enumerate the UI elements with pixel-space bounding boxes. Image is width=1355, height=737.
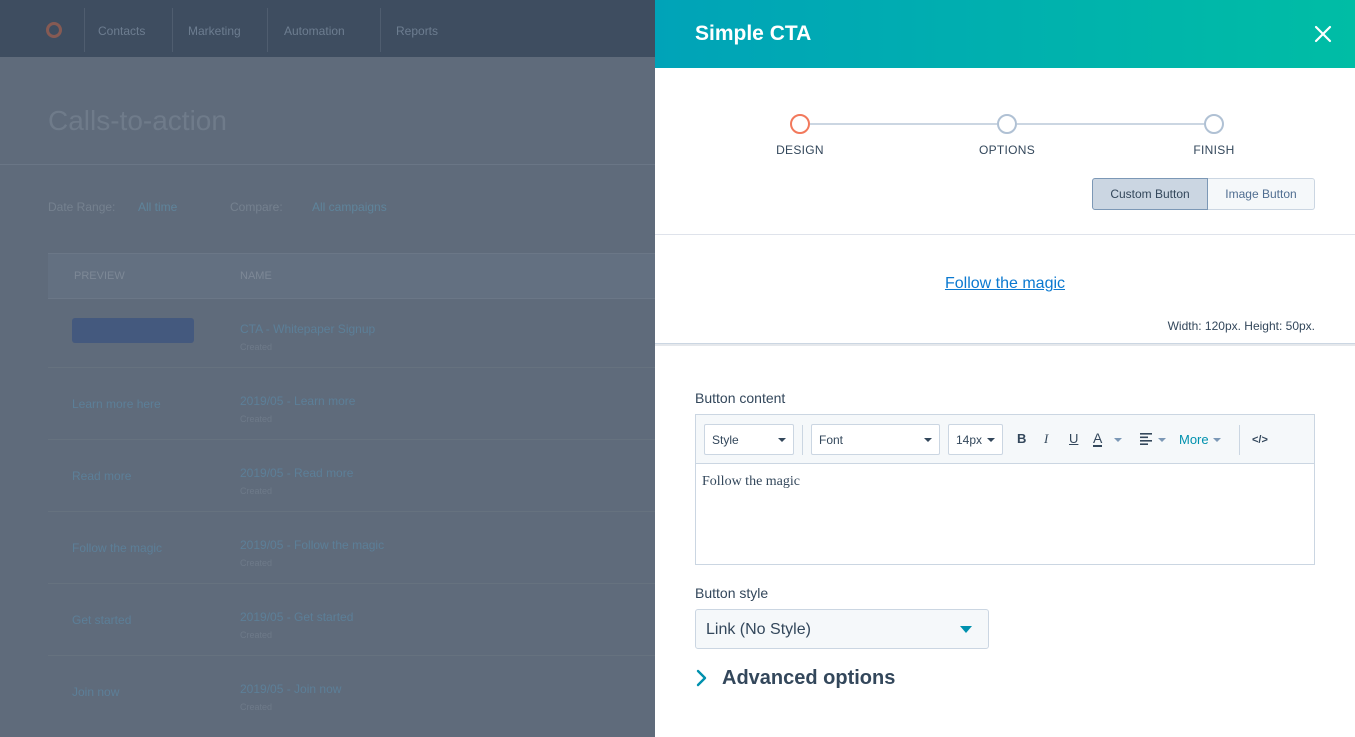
button-style-value: Link (No Style) xyxy=(706,621,811,638)
row-divider xyxy=(48,511,655,512)
nav-item-automation: Automation xyxy=(284,24,345,38)
step-options-indicator[interactable] xyxy=(997,114,1017,134)
font-size-label: 14px xyxy=(956,432,983,447)
italic-icon[interactable]: I xyxy=(1044,431,1048,447)
preview-divider xyxy=(655,343,1355,346)
custom-button-option[interactable]: Custom Button xyxy=(1092,178,1208,210)
chevron-down-icon xyxy=(1158,438,1166,442)
bold-icon[interactable]: B xyxy=(1017,431,1026,447)
button-style-label: Button style xyxy=(695,585,769,601)
step-design-label[interactable]: DESIGN xyxy=(740,143,860,157)
table-header: PREVIEW NAME xyxy=(48,253,655,299)
table-row-sub: Created xyxy=(240,414,273,424)
background-page: Contacts Marketing Automation Reports Ca… xyxy=(0,0,655,737)
table-row-name: 2019/05 - Join now xyxy=(240,682,342,696)
filter-dropdown: All time xyxy=(138,200,178,214)
toolbar-divider xyxy=(802,425,803,455)
advanced-options-toggle[interactable]: Advanced options xyxy=(695,666,895,690)
cta-preview-link[interactable]: Follow the magic xyxy=(655,275,1355,293)
column-header-name: NAME xyxy=(240,270,272,282)
hubspot-logo-icon xyxy=(46,22,62,38)
toolbar-divider xyxy=(1239,425,1240,455)
row-divider xyxy=(48,583,655,584)
close-button[interactable] xyxy=(1307,18,1339,50)
step-finish-indicator[interactable] xyxy=(1204,114,1224,134)
filter-label: Compare: xyxy=(230,200,283,214)
table-row-preview: Learn more here xyxy=(72,397,161,411)
align-left-icon[interactable] xyxy=(1140,433,1154,445)
table-row-name: CTA - Whitepaper Signup xyxy=(240,322,376,336)
image-button-option[interactable]: Image Button xyxy=(1208,178,1315,210)
row-divider xyxy=(48,655,655,656)
style-dropdown-label: Style xyxy=(712,432,739,447)
source-code-icon[interactable]: </> xyxy=(1252,432,1268,448)
font-size-dropdown[interactable]: 14px xyxy=(948,424,1003,455)
chevron-down-icon xyxy=(778,438,786,442)
chevron-down-icon xyxy=(960,626,972,633)
panel-title: Simple CTA xyxy=(695,22,812,45)
table-row-name: 2019/05 - Learn more xyxy=(240,394,356,408)
divider xyxy=(0,164,655,165)
button-style-dropdown[interactable]: Link (No Style) xyxy=(695,609,989,649)
divider xyxy=(655,234,1355,235)
top-navigation: Contacts Marketing Automation Reports xyxy=(0,0,655,57)
row-divider xyxy=(48,367,655,368)
table-row-preview: Join now xyxy=(72,685,120,699)
text-color-icon[interactable]: A xyxy=(1093,431,1103,447)
editor-content[interactable]: Follow the magic xyxy=(702,474,800,490)
table-row-name: 2019/05 - Get started xyxy=(240,610,354,624)
step-connector xyxy=(810,123,997,125)
style-dropdown[interactable]: Style xyxy=(704,424,794,455)
table-row-preview: Follow the magic xyxy=(72,541,163,555)
nav-divider xyxy=(172,8,173,52)
step-connector xyxy=(1017,123,1204,125)
table-row-sub: Created xyxy=(240,558,273,568)
step-finish-label[interactable]: FINISH xyxy=(1154,143,1274,157)
table-row-sub: Created xyxy=(240,342,273,352)
table-row-sub: Created xyxy=(240,702,273,712)
table-row-preview: Read more xyxy=(72,469,132,483)
wizard-stepper: DESIGN OPTIONS FINISH Custom Button Imag… xyxy=(655,68,1355,234)
font-dropdown-label: Font xyxy=(819,432,844,447)
column-header-preview: PREVIEW xyxy=(74,270,125,282)
chevron-down-icon xyxy=(987,438,995,442)
chevron-right-icon xyxy=(696,669,707,687)
nav-divider xyxy=(84,8,85,52)
underline-icon[interactable]: U xyxy=(1069,431,1078,447)
button-type-toggle: Custom Button Image Button xyxy=(1092,178,1315,210)
table-row-name: 2019/05 - Read more xyxy=(240,466,354,480)
rich-text-editor: Style Font 14px B I U A More </> Follow … xyxy=(695,414,1315,565)
filter-dropdown: All campaigns xyxy=(312,200,387,214)
button-content-label: Button content xyxy=(695,390,786,406)
step-design-indicator[interactable] xyxy=(790,114,810,134)
table-row-preview: Get started xyxy=(72,613,132,627)
chevron-down-icon xyxy=(924,438,932,442)
nav-item-contacts: Contacts xyxy=(98,24,146,38)
chevron-down-icon xyxy=(1114,438,1122,442)
font-dropdown[interactable]: Font xyxy=(811,424,940,455)
editor-toolbar: Style Font 14px B I U A More </> xyxy=(696,415,1314,464)
more-button[interactable]: More xyxy=(1179,432,1209,447)
cta-preview-button xyxy=(72,318,194,343)
nav-item-reports: Reports xyxy=(396,24,439,38)
step-options-label[interactable]: OPTIONS xyxy=(947,143,1067,157)
table-row-sub: Created xyxy=(240,486,273,496)
advanced-options-label: Advanced options xyxy=(722,666,896,689)
simple-cta-panel: Simple CTA DESIGN OPTIONS FINISH Custom … xyxy=(655,0,1355,737)
preview-dimensions: Width: 120px. Height: 50px. xyxy=(1167,319,1315,333)
nav-divider xyxy=(380,8,381,52)
nav-item-marketing: Marketing xyxy=(188,24,241,38)
filter-label: Date Range: xyxy=(48,200,116,214)
row-divider xyxy=(48,439,655,440)
close-icon xyxy=(1314,25,1332,43)
panel-header: Simple CTA xyxy=(655,0,1355,68)
chevron-down-icon xyxy=(1213,438,1221,442)
nav-divider xyxy=(267,8,268,52)
page-title: Calls-to-action xyxy=(48,105,227,136)
table-row-name: 2019/05 - Follow the magic xyxy=(240,538,385,552)
table-row-sub: Created xyxy=(240,630,273,640)
